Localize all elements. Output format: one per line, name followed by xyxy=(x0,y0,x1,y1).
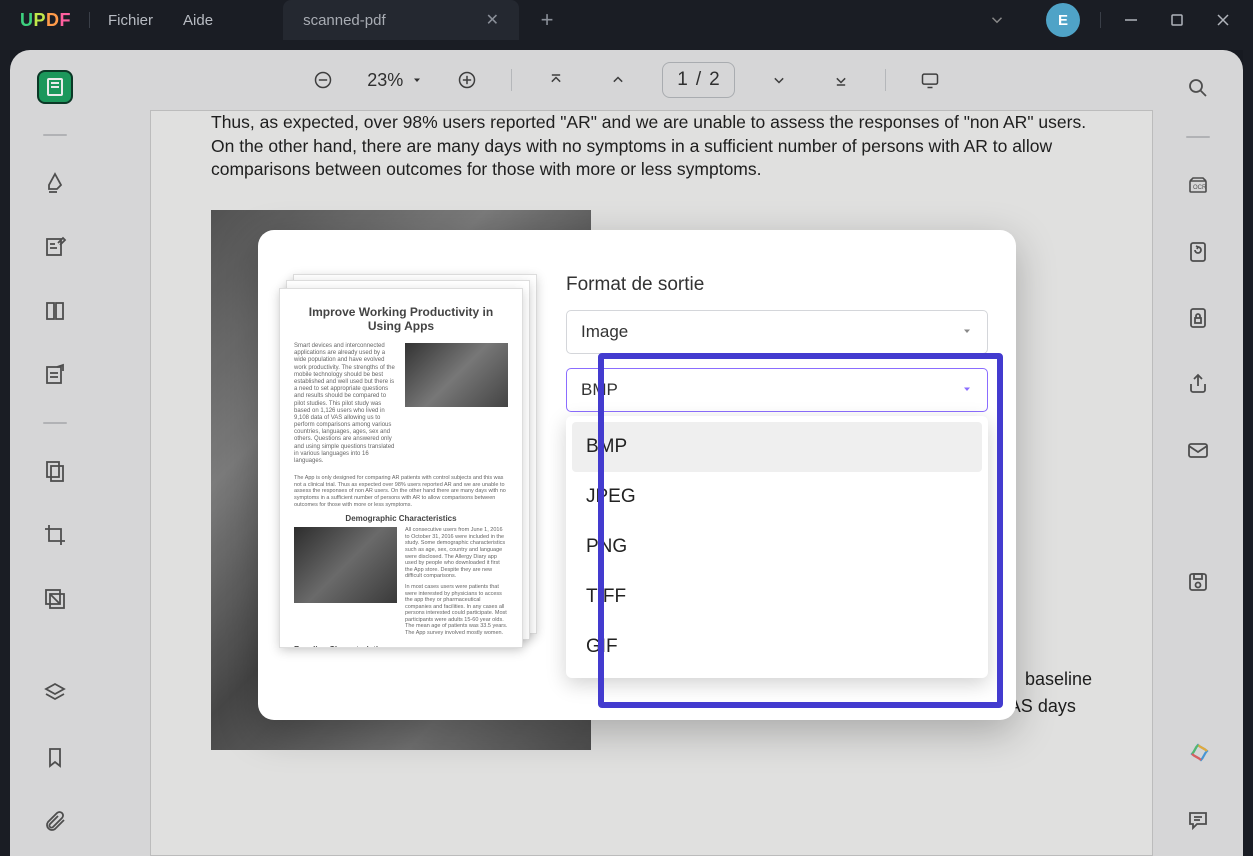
app-logo: UPDF xyxy=(20,10,71,31)
thumb-image xyxy=(405,343,508,407)
titlebar: UPDF Fichier Aide scanned-pdf ✕ + E xyxy=(0,0,1253,40)
image-format-dropdown: BMP JPEG PNG TIFF GIF xyxy=(566,416,988,678)
close-icon[interactable]: ✕ xyxy=(486,10,499,30)
minimize-button[interactable] xyxy=(1121,10,1141,30)
document-tab[interactable]: scanned-pdf ✕ xyxy=(283,0,519,40)
caret-down-icon xyxy=(961,322,973,342)
format-type-select[interactable]: Image xyxy=(566,310,988,354)
menu-file[interactable]: Fichier xyxy=(108,12,153,29)
export-form: Format de sortie Image BMP BMP JPEG PNG … xyxy=(548,230,1016,720)
option-png[interactable]: PNG xyxy=(572,522,982,572)
option-jpeg[interactable]: JPEG xyxy=(572,472,982,522)
tab-title: scanned-pdf xyxy=(303,12,386,29)
close-window-button[interactable] xyxy=(1213,10,1233,30)
option-tiff[interactable]: TIFF xyxy=(572,572,982,622)
preview-pane: Improve Working Productivity in Using Ap… xyxy=(258,230,548,720)
output-format-label: Format de sortie xyxy=(566,274,988,296)
separator xyxy=(89,12,90,28)
menu-help[interactable]: Aide xyxy=(183,12,213,29)
separator xyxy=(1100,12,1101,28)
thumb-preview: Improve Working Productivity in Using Ap… xyxy=(279,288,523,648)
export-modal: Improve Working Productivity in Using Ap… xyxy=(258,230,1016,720)
option-bmp[interactable]: BMP xyxy=(572,422,982,472)
user-avatar[interactable]: E xyxy=(1046,3,1080,37)
maximize-button[interactable] xyxy=(1167,10,1187,30)
caret-down-icon xyxy=(961,380,973,400)
image-format-select[interactable]: BMP xyxy=(566,368,988,412)
chevron-down-icon[interactable] xyxy=(988,11,1006,29)
work-area: 23% 1 / 2 Thus, as expected, over 98% us… xyxy=(10,50,1243,856)
new-tab-button[interactable]: + xyxy=(529,2,565,38)
option-gif[interactable]: GIF xyxy=(572,622,982,672)
thumb-image xyxy=(294,527,397,603)
